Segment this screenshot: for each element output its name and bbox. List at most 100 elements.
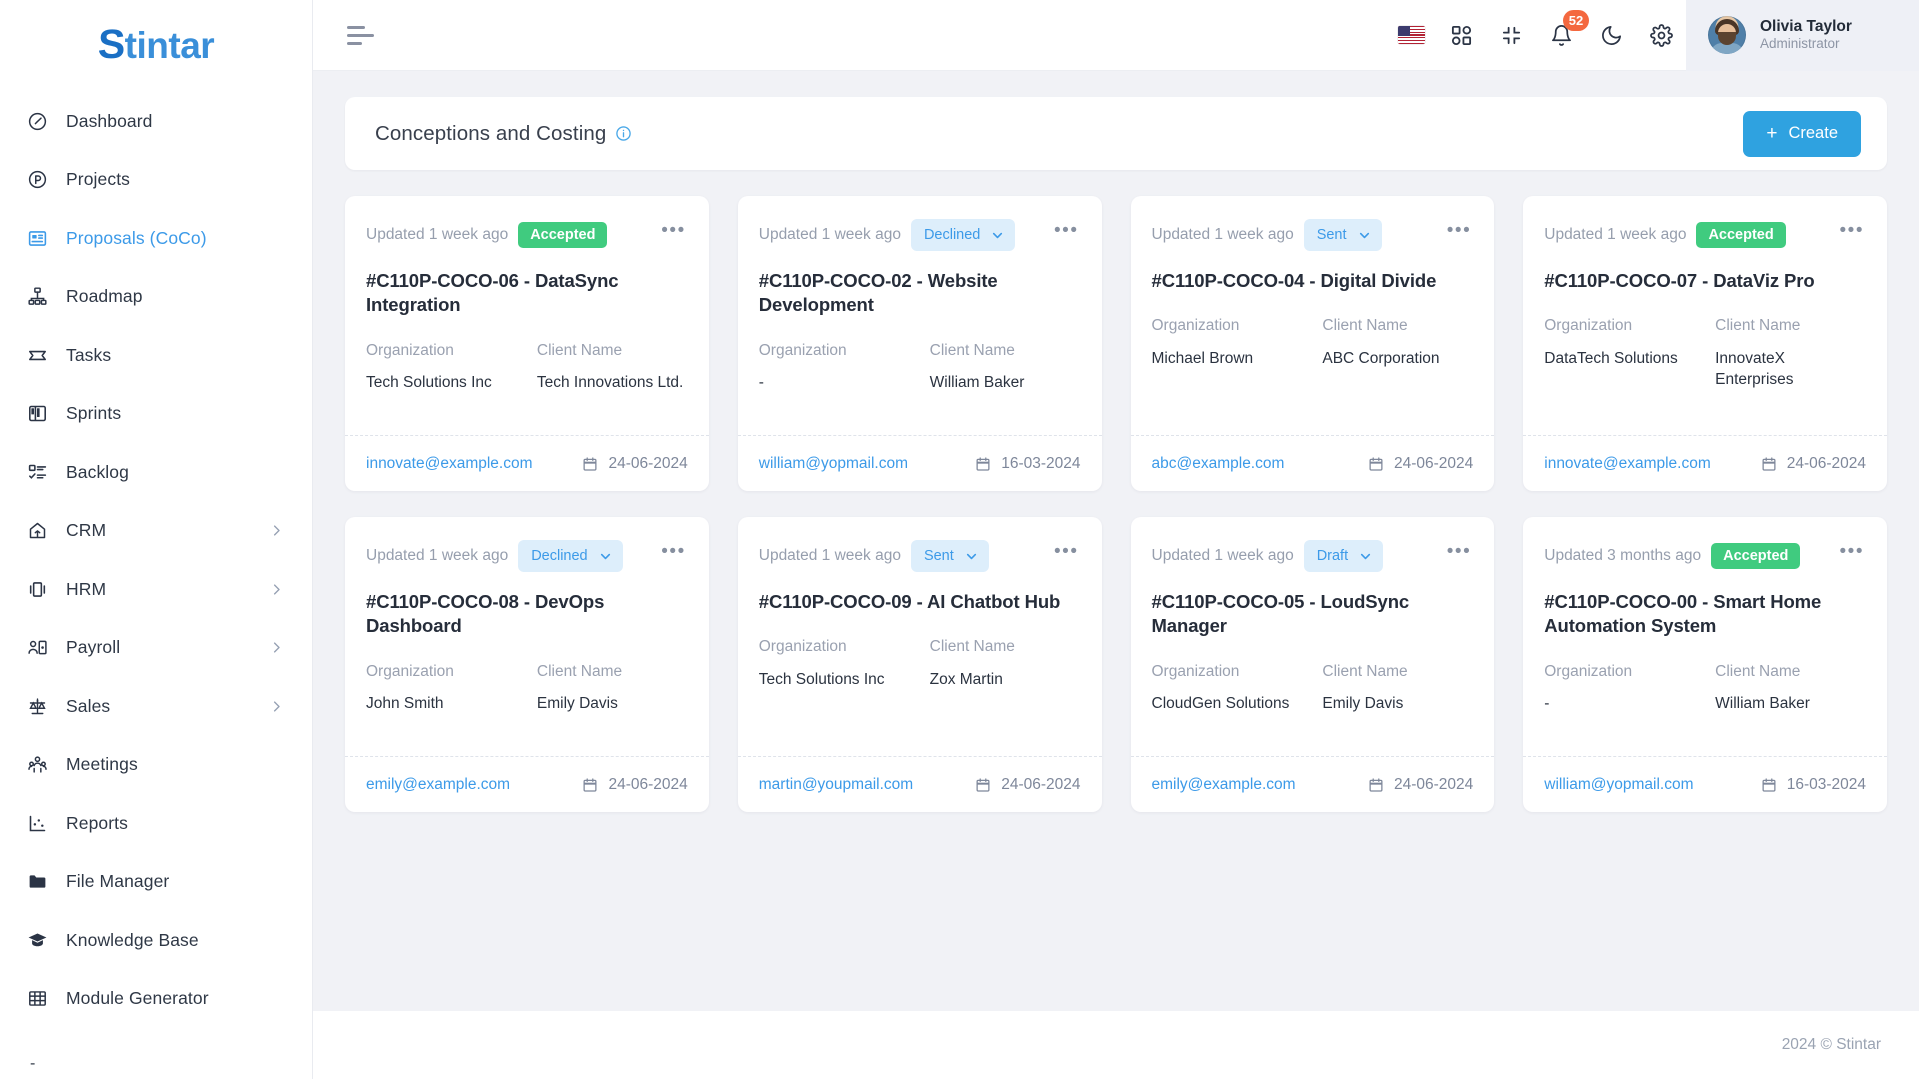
updated-timestamp: Updated 1 week ago bbox=[366, 547, 509, 564]
sidebar-item-projects[interactable]: Projects bbox=[0, 151, 312, 210]
email-link[interactable]: emily@example.com bbox=[366, 776, 510, 794]
payroll-icon bbox=[26, 637, 48, 659]
status-select[interactable]: Declined bbox=[518, 539, 623, 573]
status-select[interactable]: Sent bbox=[910, 539, 989, 573]
card-more-options-icon[interactable]: ••• bbox=[1052, 542, 1080, 564]
sidebar-item-label: Payroll bbox=[66, 637, 121, 658]
sidebar-item-sprints[interactable]: Sprints bbox=[0, 385, 312, 444]
info-circle-icon[interactable] bbox=[615, 125, 632, 142]
proposal-card[interactable]: Updated 1 week ago Accepted ••• #C110P-COCO… bbox=[1523, 196, 1887, 491]
status-badge: Accepted bbox=[1696, 221, 1786, 249]
apps-grid-icon[interactable] bbox=[1436, 0, 1486, 71]
email-link[interactable]: william@yopmail.com bbox=[1544, 776, 1693, 794]
roadmap-icon bbox=[26, 286, 48, 308]
status-select-value: Declined bbox=[531, 547, 588, 564]
card-more-options-icon[interactable]: ••• bbox=[659, 221, 687, 243]
proposal-card[interactable]: Updated 1 week ago Declined ••• #C110P-COCO… bbox=[345, 517, 709, 812]
email-link[interactable]: emily@example.com bbox=[1152, 776, 1296, 794]
sidebar-item-file-manager[interactable]: File Manager bbox=[0, 853, 312, 912]
dark-mode-moon-icon[interactable] bbox=[1586, 0, 1636, 71]
updated-timestamp: Updated 1 week ago bbox=[758, 547, 901, 564]
profile-name: Olivia Taylor bbox=[1760, 18, 1852, 36]
card-more-options-icon[interactable]: ••• bbox=[659, 542, 687, 564]
chevron-right-icon[interactable] bbox=[269, 523, 284, 538]
sidebar-item-hrm[interactable]: HRM bbox=[0, 560, 312, 619]
sidebar-item-module-generator[interactable]: Module Generator bbox=[0, 970, 312, 1029]
proposal-card[interactable]: Updated 1 week ago Sent ••• #C110P-COCO-04 … bbox=[1130, 196, 1495, 491]
calendar-icon bbox=[1761, 456, 1777, 472]
proposal-card[interactable]: Updated 1 week ago Accepted ••• #C110P-COCO… bbox=[345, 196, 709, 491]
proposal-card[interactable]: Updated 3 months ago Accepted ••• #C110P-CO… bbox=[1523, 517, 1887, 812]
organization-value: John Smith bbox=[366, 695, 444, 713]
card-more-options-icon[interactable]: ••• bbox=[1445, 542, 1473, 564]
status-select[interactable]: Draft bbox=[1303, 539, 1384, 573]
sidebar-item-sales[interactable]: Sales bbox=[0, 677, 312, 736]
sidebar-item-proposals-coco[interactable]: Proposals (CoCo) bbox=[0, 209, 312, 268]
card-more-options-icon[interactable]: ••• bbox=[1838, 542, 1866, 564]
language-flag[interactable] bbox=[1386, 0, 1436, 71]
card-footer: emily@example.com 24-06-2024 bbox=[345, 756, 709, 812]
email-link[interactable]: innovate@example.com bbox=[1544, 455, 1711, 473]
organization-field: Organization Tech Solutions Inc bbox=[759, 638, 910, 690]
sidebar-item-payroll[interactable]: Payroll bbox=[0, 619, 312, 678]
card-title: #C110P-COCO-07 - DataViz Pro bbox=[1544, 270, 1815, 291]
sales-icon bbox=[26, 695, 48, 717]
card-footer: william@yopmail.com 16-03-2024 bbox=[737, 435, 1102, 491]
proposal-card[interactable]: Updated 1 week ago Draft ••• #C110P-COCO-05… bbox=[1130, 517, 1495, 812]
create-button[interactable]: + Create bbox=[1743, 110, 1861, 157]
organization-label: Organization bbox=[758, 341, 847, 359]
client-name-value: Emily Davis bbox=[536, 695, 618, 713]
settings-gear-icon[interactable] bbox=[1636, 0, 1686, 71]
app-root: Stintar Dashboard Projects Proposals (CoCo… bbox=[0, 0, 1919, 1079]
chevron-right-icon[interactable] bbox=[269, 699, 284, 714]
card-footer: abc@example.com 24-06-2024 bbox=[1130, 435, 1495, 491]
proposal-card[interactable]: Updated 1 week ago Declined ••• #C110P-COCO… bbox=[737, 196, 1102, 491]
organization-value: Tech Solutions Inc bbox=[366, 374, 492, 392]
card-title: #C110P-COCO-06 - DataSync Integration bbox=[366, 270, 619, 316]
grid-table-icon bbox=[26, 988, 48, 1010]
card-more-options-icon[interactable]: ••• bbox=[1838, 221, 1866, 243]
notifications-bell-icon[interactable]: 52 bbox=[1536, 0, 1589, 71]
card-date-value: 24-06-2024 bbox=[608, 775, 688, 793]
organization-label: Organization bbox=[1151, 662, 1240, 680]
card-more-options-icon[interactable]: ••• bbox=[1445, 221, 1473, 243]
sidebar: Stintar Dashboard Projects Proposals (CoCo… bbox=[0, 0, 313, 1079]
proposal-card[interactable]: Updated 1 week ago Sent ••• #C110P-COCO-09 … bbox=[737, 517, 1102, 812]
email-link[interactable]: william@yopmail.com bbox=[759, 455, 908, 473]
sidebar-item-meetings[interactable]: Meetings bbox=[0, 736, 312, 795]
sidebar-item-knowledge-base[interactable]: Knowledge Base bbox=[0, 911, 312, 970]
card-footer: martin@youpmail.com 24-06-2024 bbox=[737, 756, 1102, 812]
brand-logo[interactable]: Stintar bbox=[0, 0, 312, 88]
chevron-right-icon[interactable] bbox=[269, 640, 284, 655]
status-select[interactable]: Sent bbox=[1303, 218, 1382, 252]
status-select[interactable]: Declined bbox=[910, 218, 1016, 252]
card-title: #C110P-COCO-09 - AI Chatbot Hub bbox=[758, 591, 1061, 612]
email-link[interactable]: martin@youpmail.com bbox=[759, 776, 913, 794]
card-date: 16-03-2024 bbox=[1761, 776, 1866, 794]
sidebar-item-crm[interactable]: CRM bbox=[0, 502, 312, 561]
sidebar-item-backlog[interactable]: Backlog bbox=[0, 443, 312, 502]
user-profile-menu[interactable]: Olivia Taylor Administrator bbox=[1686, 0, 1919, 71]
card-spacer bbox=[759, 394, 1081, 435]
fullscreen-exit-icon[interactable] bbox=[1486, 0, 1536, 71]
email-link[interactable]: innovate@example.com bbox=[366, 455, 533, 473]
card-date-value: 24-06-2024 bbox=[1393, 454, 1474, 472]
client-name-field: Client Name Zox Martin bbox=[930, 638, 1081, 690]
organization-label: Organization bbox=[1544, 662, 1633, 680]
card-more-options-icon[interactable]: ••• bbox=[1052, 221, 1080, 243]
organization-field: Organization - bbox=[1544, 663, 1695, 715]
card-header: Updated 1 week ago Sent ••• bbox=[1152, 218, 1474, 252]
sidebar-item-reports[interactable]: Reports bbox=[0, 794, 312, 853]
hrm-icon bbox=[26, 578, 48, 600]
card-header: Updated 1 week ago Sent ••• bbox=[759, 539, 1081, 573]
hamburger-icon[interactable] bbox=[347, 20, 377, 50]
client-name-field: Client Name Tech Innovations Ltd. bbox=[537, 342, 688, 394]
email-link[interactable]: abc@example.com bbox=[1152, 455, 1285, 473]
organization-value: Tech Solutions Inc bbox=[758, 671, 885, 688]
chevron-right-icon[interactable] bbox=[269, 582, 284, 597]
updated-timestamp: Updated 1 week ago bbox=[758, 226, 901, 243]
sidebar-item-roadmap[interactable]: Roadmap bbox=[0, 268, 312, 327]
sidebar-item-dashboard[interactable]: Dashboard bbox=[0, 92, 312, 151]
proposals-icon bbox=[26, 227, 48, 249]
sidebar-item-tasks[interactable]: Tasks bbox=[0, 326, 312, 385]
